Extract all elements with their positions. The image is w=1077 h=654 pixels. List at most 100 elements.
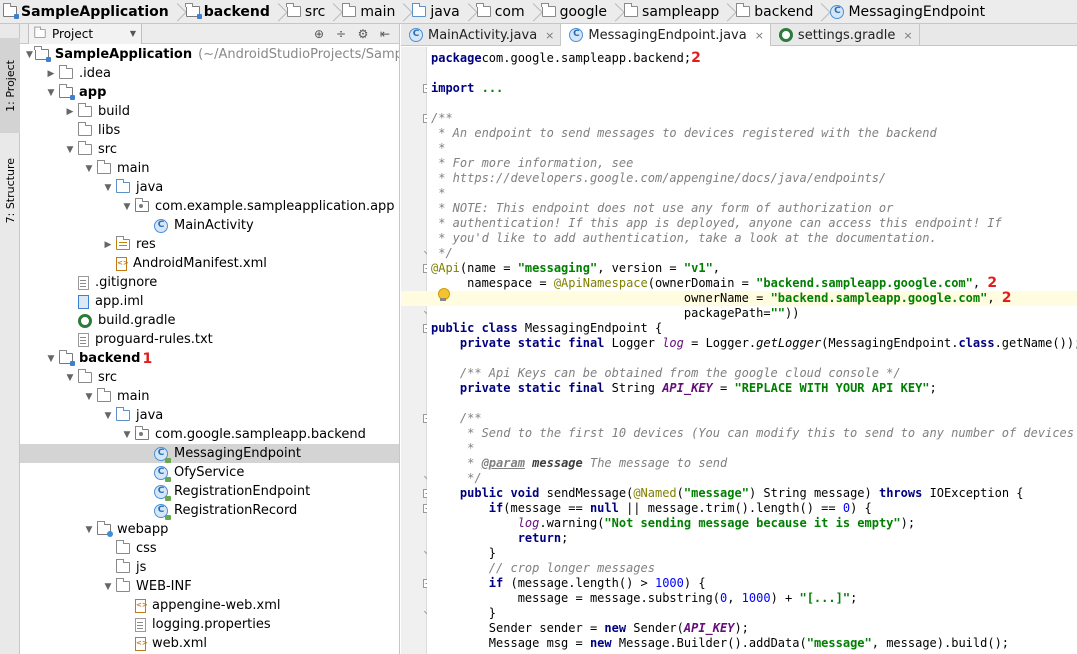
tree-item[interactable]: C MainActivity — [20, 216, 399, 235]
breadcrumb-label: java — [430, 3, 460, 20]
tree-item[interactable]: web.xml — [20, 634, 399, 653]
breadcrumb-item[interactable]: src — [284, 0, 329, 23]
module-folder-icon — [185, 3, 202, 19]
breadcrumb-label: MessagingEndpoint — [848, 3, 986, 20]
breadcrumb-item[interactable]: com — [474, 0, 529, 23]
expanded-arrow-icon[interactable]: ▼ — [64, 368, 76, 387]
breadcrumb-item[interactable]: main — [339, 0, 399, 23]
tree-item[interactable]: ▼ com.google.sampleapp.backend — [20, 425, 399, 444]
tree-item[interactable]: ▼ webapp — [20, 520, 399, 539]
collapsed-arrow-icon[interactable]: ▶ — [45, 64, 57, 83]
tree-item[interactable]: AndroidManifest.xml — [20, 254, 399, 273]
tree-item[interactable]: C OfyService — [20, 463, 399, 482]
tree-item-label: WEB-INF — [136, 579, 192, 594]
code-token: The message to send — [582, 456, 728, 470]
tree-item[interactable]: ▼ app — [20, 83, 399, 102]
tree-item-label: .gitignore — [95, 275, 158, 290]
tree-item-label: java — [136, 408, 164, 423]
tab-settings-gradle[interactable]: settings.gradle × — [771, 24, 920, 46]
scroll-from-source-icon[interactable]: ⊕ — [311, 27, 327, 41]
expanded-arrow-icon[interactable]: ▼ — [102, 577, 114, 596]
code-token: // crop longer messages — [431, 561, 655, 575]
tree-item-label: SampleApplication — [54, 47, 193, 62]
code-token: ); — [734, 621, 749, 635]
tree-item[interactable]: app.iml — [20, 292, 399, 311]
tree-item[interactable]: C RegistrationRecord — [20, 501, 399, 520]
tree-item[interactable]: ▼ SampleApplication (~/AndroidStudioProjec… — [20, 45, 399, 64]
tree-item[interactable]: libs — [20, 121, 399, 140]
tree-item[interactable]: ▼ src — [20, 368, 399, 387]
breadcrumb-item[interactable]: SampleApplication — [0, 0, 173, 23]
tree-item[interactable]: ▼ java — [20, 406, 399, 425]
tree-item[interactable]: ▶ build — [20, 102, 399, 121]
tree-item-label: logging.properties — [152, 617, 271, 632]
tree-item[interactable]: ▼ src — [20, 140, 399, 159]
project-view-selector[interactable]: Project ▼ — [28, 24, 142, 44]
intention-bulb-icon[interactable] — [437, 288, 450, 302]
tree-item[interactable]: ▼ main — [20, 159, 399, 178]
close-tab-icon[interactable]: × — [755, 29, 764, 42]
tree-item[interactable]: logging.properties — [20, 615, 399, 634]
collapsed-arrow-icon[interactable]: ▶ — [102, 235, 114, 254]
tree-item[interactable]: ▼ backend 1 — [20, 349, 399, 368]
code-token: "backend.sampleapp.google.com" — [770, 291, 988, 305]
breadcrumb-item[interactable]: google — [539, 0, 611, 23]
expanded-arrow-icon[interactable]: ▼ — [121, 425, 133, 444]
tree-item[interactable]: js — [20, 558, 399, 577]
tab-label: settings.gradle — [797, 27, 896, 43]
code-token: /** — [431, 111, 453, 125]
tree-item[interactable]: appengine-web.xml — [20, 596, 399, 615]
code-editor[interactable]: packagecom.google.sampleapp.backend;2 imp… — [427, 47, 1077, 654]
code-token: * NOTE: This endpoint does not use any f… — [431, 201, 894, 215]
expanded-arrow-icon[interactable]: ▼ — [102, 178, 114, 197]
breadcrumb-label: src — [304, 3, 326, 20]
tab-structure-tool-window[interactable]: 7: Structure — [0, 136, 20, 246]
expanded-arrow-icon[interactable]: ▼ — [83, 520, 95, 539]
expanded-arrow-icon[interactable]: ▼ — [102, 406, 114, 425]
breadcrumb-separator-icon — [399, 0, 409, 23]
breadcrumb-item[interactable]: C MessagingEndpoint — [827, 0, 989, 23]
tree-item[interactable]: .gitignore — [20, 273, 399, 292]
tree-item[interactable]: ▼ WEB-INF — [20, 577, 399, 596]
expanded-arrow-icon[interactable]: ▼ — [26, 45, 33, 64]
tree-item[interactable]: ▼ com.example.sampleapplication.app — [20, 197, 399, 216]
breadcrumb-item[interactable]: java — [409, 0, 463, 23]
tab-messagingendpoint-java[interactable]: C MessagingEndpoint.java × — [561, 24, 771, 46]
hide-panel-icon[interactable]: ⇤ — [377, 27, 393, 41]
code-token: public void — [459, 486, 540, 500]
expanded-arrow-icon[interactable]: ▼ — [45, 349, 57, 368]
expanded-arrow-icon[interactable]: ▼ — [64, 140, 76, 159]
tree-item[interactable]: proguard-rules.txt — [20, 330, 399, 349]
tab-mainactivity-java[interactable]: C MainActivity.java × — [401, 24, 562, 46]
tree-item[interactable]: css — [20, 539, 399, 558]
close-tab-icon[interactable]: × — [545, 29, 554, 42]
code-line: ownerName = "backend.sampleapp.google.co… — [427, 291, 1077, 306]
tree-item[interactable]: C MessagingEndpoint — [20, 444, 399, 463]
folder-icon — [115, 540, 130, 554]
breadcrumb-item[interactable]: backend — [183, 0, 274, 23]
code-line: */ — [427, 471, 481, 486]
tree-item[interactable]: ▼ main — [20, 387, 399, 406]
breadcrumb-item[interactable]: backend — [733, 0, 817, 23]
tree-item[interactable]: C RegistrationEndpoint — [20, 482, 399, 501]
tree-item[interactable]: ▶ .idea — [20, 64, 399, 83]
code-token: "[...]" — [799, 591, 851, 605]
expanded-arrow-icon[interactable]: ▼ — [45, 83, 57, 102]
settings-gear-icon[interactable]: ⚙ — [355, 27, 371, 41]
breadcrumb-item[interactable]: sampleapp — [621, 0, 723, 23]
tree-item[interactable]: ▶ res — [20, 235, 399, 254]
breadcrumb-label: backend — [754, 3, 814, 20]
expanded-arrow-icon[interactable]: ▼ — [83, 387, 95, 406]
expanded-arrow-icon[interactable]: ▼ — [121, 197, 133, 216]
expanded-arrow-icon[interactable]: ▼ — [83, 159, 95, 178]
breadcrumb-separator-icon — [723, 0, 733, 23]
tree-item[interactable]: build.gradle — [20, 311, 399, 330]
collapsed-arrow-icon[interactable]: ▶ — [64, 102, 76, 121]
close-tab-icon[interactable]: × — [903, 29, 912, 42]
collapse-all-icon[interactable]: ÷ — [333, 27, 349, 41]
tree-item-icon-wrapper: C — [154, 446, 171, 463]
tab-project-tool-window[interactable]: 1: Project — [0, 38, 20, 133]
tree-item-icon-wrapper — [58, 350, 75, 366]
code-token: MessagingEndpoint { — [517, 321, 663, 335]
tree-item[interactable]: ▼ java — [20, 178, 399, 197]
